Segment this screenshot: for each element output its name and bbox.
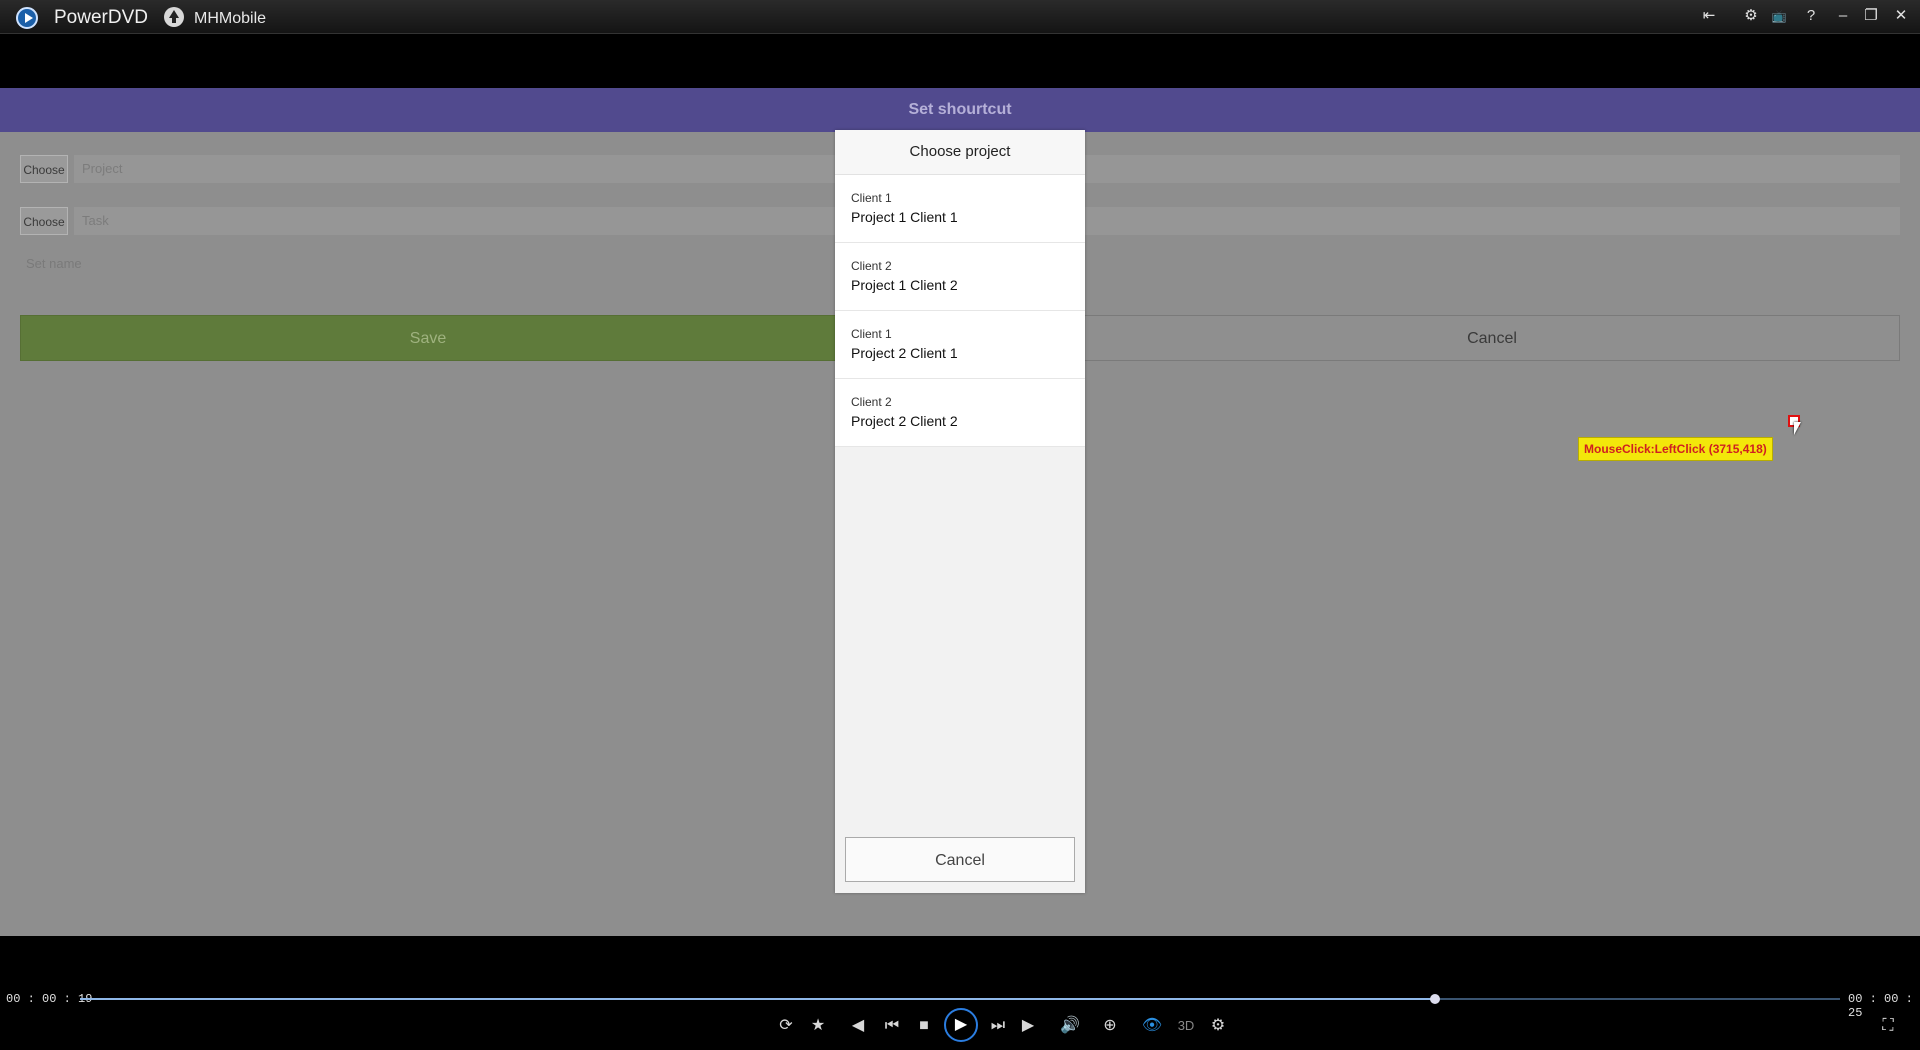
next-icon[interactable]: ⏭ bbox=[986, 1014, 1010, 1038]
help-icon[interactable]: ? bbox=[1800, 5, 1822, 27]
video-area[interactable]: Set shourtcut Choose Project Choose Task… bbox=[0, 88, 1920, 936]
minimize-icon[interactable]: – bbox=[1832, 5, 1854, 27]
project-list-item[interactable]: Client 1 Project 1 Client 1 bbox=[835, 175, 1085, 243]
seek-handle[interactable] bbox=[1430, 994, 1441, 1004]
title-bar: PowerDVD MHMobile ⇤ ⚙ 📺 ? – ❐ ✕ bbox=[0, 0, 1920, 34]
choose-project-dialog: Choose project Client 1 Project 1 Client… bbox=[835, 130, 1085, 893]
click-annotation: MouseClick:LeftClick (3715,418) bbox=[1578, 437, 1773, 461]
player-settings-icon[interactable]: ⚙ bbox=[1206, 1014, 1230, 1038]
fullscreen-icon[interactable]: ⛶ bbox=[1876, 1014, 1900, 1038]
stop-icon[interactable]: ■ bbox=[912, 1014, 936, 1038]
project-name: Project 2 Client 2 bbox=[851, 413, 958, 429]
repeat-icon[interactable]: ⟳ bbox=[774, 1014, 798, 1038]
step-back-icon[interactable]: ◀ bbox=[846, 1014, 870, 1038]
bookmark-icon[interactable]: ★ bbox=[806, 1014, 830, 1038]
seek-bar[interactable] bbox=[80, 994, 1840, 1004]
step-forward-icon[interactable]: ▶ bbox=[1016, 1014, 1040, 1038]
volume-icon[interactable]: 🔊 bbox=[1058, 1014, 1082, 1038]
play-button[interactable]: ▶ bbox=[944, 1008, 978, 1042]
client-label: Client 2 bbox=[851, 395, 892, 409]
app-title: PowerDVD bbox=[54, 7, 148, 28]
restore-icon[interactable]: ❐ bbox=[1860, 5, 1882, 27]
project-list-item[interactable]: Client 1 Project 2 Client 1 bbox=[835, 311, 1085, 379]
project-list-item[interactable]: Client 2 Project 2 Client 2 bbox=[835, 379, 1085, 447]
project-name: Project 1 Client 1 bbox=[851, 209, 958, 225]
page-title: Set shourtcut bbox=[0, 88, 1920, 132]
dialog-title: Choose project bbox=[835, 130, 1085, 175]
choose-task-button[interactable]: Choose bbox=[20, 207, 68, 235]
dialog-cancel-button[interactable]: Cancel bbox=[845, 837, 1075, 882]
choose-project-button[interactable]: Choose bbox=[20, 155, 68, 183]
project-name: Project 1 Client 2 bbox=[851, 277, 958, 293]
mouse-cursor-icon bbox=[1794, 422, 1801, 435]
seek-bar-progress bbox=[80, 998, 1436, 1000]
trueview-eye-icon[interactable]: 👁 bbox=[1140, 1014, 1164, 1038]
close-icon[interactable]: ✕ bbox=[1890, 5, 1912, 27]
powerdvd-logo-icon bbox=[16, 7, 38, 29]
media-title: MHMobile bbox=[194, 10, 267, 27]
settings-icon[interactable]: ⚙ bbox=[1740, 5, 1762, 27]
client-label: Client 2 bbox=[851, 259, 892, 273]
set-name-field[interactable]: Set name bbox=[26, 256, 82, 271]
upload-icon[interactable] bbox=[164, 7, 184, 27]
project-list-item[interactable]: Client 2 Project 1 Client 2 bbox=[835, 243, 1085, 311]
client-label: Client 1 bbox=[851, 191, 892, 205]
client-label: Client 1 bbox=[851, 327, 892, 341]
zoom-icon[interactable]: ⊕ bbox=[1098, 1014, 1122, 1038]
back-to-library-icon[interactable]: ⇤ bbox=[1698, 5, 1720, 27]
player-controls: 00 : 00 : 19 00 : 00 : 25 ⟳ ★ ◀ ⏮ ■ ▶ ⏭ … bbox=[0, 988, 1920, 1050]
3d-icon[interactable]: 3D bbox=[1174, 1014, 1198, 1038]
project-name: Project 2 Client 1 bbox=[851, 345, 958, 361]
tv-mode-icon[interactable]: 📺 bbox=[1768, 5, 1790, 27]
previous-icon[interactable]: ⏮ bbox=[880, 1014, 904, 1038]
save-button[interactable]: Save bbox=[20, 315, 836, 361]
cancel-button[interactable]: Cancel bbox=[1084, 315, 1900, 361]
